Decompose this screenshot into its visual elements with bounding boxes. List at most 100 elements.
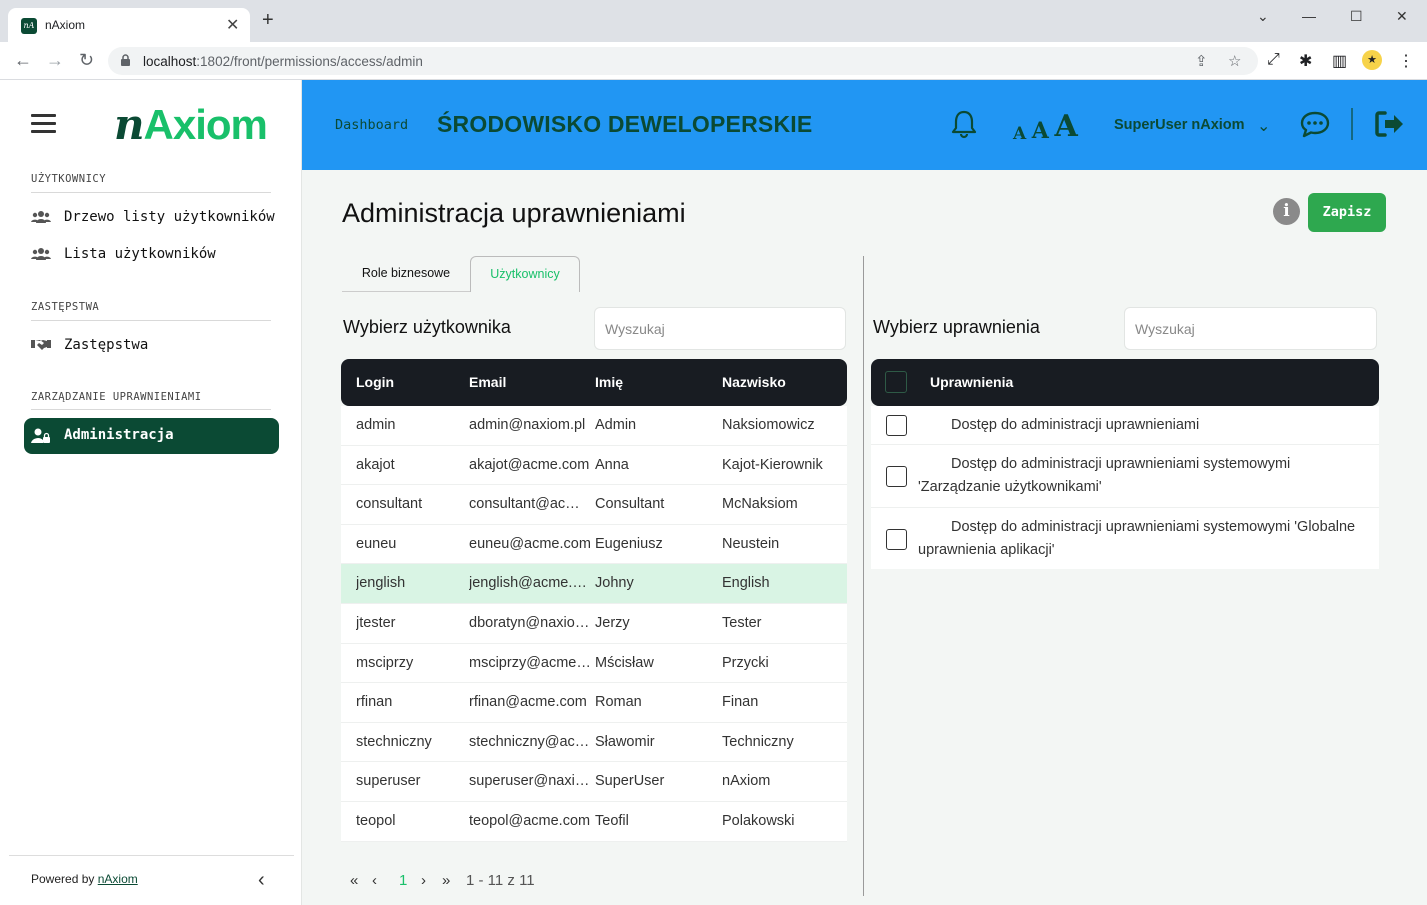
cell-last-name: English: [722, 575, 770, 592]
logout-icon[interactable]: [1375, 110, 1405, 138]
column-header-first-name[interactable]: Imię: [595, 374, 717, 390]
collapse-sidebar-icon[interactable]: ‹: [258, 869, 265, 892]
browser-menu-icon[interactable]: ⋮: [1398, 51, 1414, 71]
section-title-users: UŻYTKOWNICY: [31, 173, 107, 185]
tab-title: nAxiom: [45, 18, 86, 32]
close-window-icon[interactable]: ✕: [1396, 8, 1408, 25]
previous-page-icon[interactable]: ‹: [372, 872, 377, 889]
cell-email: consultant@acme.com: [469, 496, 591, 513]
last-page-icon[interactable]: »: [442, 872, 450, 889]
user-lock-icon: [31, 428, 51, 444]
bell-icon[interactable]: [950, 109, 978, 139]
save-button[interactable]: Zapisz: [1308, 193, 1386, 232]
table-row[interactable]: superuser superuser@naxiom.plSuperUser nAx…: [341, 762, 847, 802]
extensions-icon[interactable]: ✱: [1299, 51, 1312, 71]
browser-tab[interactable]: nA nAxiom ✕: [8, 8, 250, 42]
cell-email: dboratyn@naxiom.pl: [469, 614, 591, 631]
cell-login: teopol: [356, 812, 396, 829]
current-page[interactable]: 1: [399, 872, 407, 889]
table-row[interactable]: akajot akajot@acme.com Anna Kajot-Kierownik: [341, 445, 847, 486]
column-header-last-name[interactable]: Nazwisko: [722, 374, 844, 390]
pagination-summary: 1 - 11 z 11: [466, 872, 535, 889]
table-row[interactable]: rfinan rfinan@acme.com Roman Finan: [341, 683, 847, 723]
cell-last-name: Techniczny: [722, 733, 794, 750]
naxiom-link[interactable]: nAxiom: [98, 872, 138, 886]
column-header-permissions: Uprawnienia: [930, 374, 1014, 390]
table-header: Uprawnienia: [871, 359, 1379, 406]
maximize-icon[interactable]: ☐: [1350, 8, 1363, 25]
permission-search-input[interactable]: Wyszukaj: [1124, 307, 1377, 350]
table-row[interactable]: jtester dboratyn@naxiom.pl Jerzy Tester: [341, 603, 847, 644]
column-header-login[interactable]: Login: [356, 374, 461, 390]
cell-first-name: Sławomir: [595, 733, 655, 750]
browser-tab-strip: nA nAxiom ✕ + ⌄ — ☐ ✕: [0, 0, 1427, 42]
cell-login: msciprzy: [356, 654, 414, 671]
bookmark-star-icon[interactable]: ☆: [1228, 52, 1241, 70]
share-icon[interactable]: ⇪: [1195, 52, 1208, 70]
section-title-substitutions: ZASTĘPSTWA: [31, 301, 100, 313]
url-input[interactable]: localhost:1802/front/permissions/access/…: [108, 47, 1258, 75]
users-icon: [31, 247, 51, 263]
first-page-icon[interactable]: «: [350, 872, 358, 889]
table-row[interactable]: admin admin@naxiom.pl Admin Naksiomowicz: [341, 406, 847, 446]
sidebar-item-label: Zastępstwa: [64, 337, 149, 353]
page-title: Administracja uprawnieniami: [342, 198, 686, 228]
fullscreen-icon[interactable]: ⤢: [1267, 51, 1280, 69]
chevron-down-icon[interactable]: ⌄: [1257, 116, 1270, 136]
tab-search-icon[interactable]: ⌄: [1257, 8, 1269, 25]
column-header-email[interactable]: Email: [469, 374, 591, 390]
divider: [31, 409, 271, 410]
cell-login: superuser: [356, 773, 421, 790]
table-row[interactable]: euneu euneu@acme.com Eugeniusz Neustein: [341, 524, 847, 565]
environment-title: ŚRODOWISKO DEWELOPERSKIE: [437, 111, 813, 137]
permission-checkbox[interactable]: [886, 415, 907, 436]
tab-business-roles[interactable]: Role biznesowe: [342, 256, 470, 292]
permission-row[interactable]: Dostęp do administracji uprawnieniami sy…: [871, 445, 1379, 508]
menu-toggle-icon[interactable]: [31, 114, 56, 134]
next-page-icon[interactable]: ›: [421, 872, 426, 889]
cell-login: consultant: [356, 496, 423, 513]
sidebar-item-administration[interactable]: Administracja: [24, 418, 279, 454]
table-row[interactable]: teopol teopol@acme.com Teofil Polakowski: [341, 801, 847, 842]
cell-email: euneu@acme.com: [469, 535, 591, 552]
profile-avatar-icon[interactable]: ★: [1362, 50, 1382, 70]
sidebar-item-user-list[interactable]: Lista użytkowników: [24, 237, 279, 273]
font-size-icon[interactable]: A A A: [1013, 109, 1078, 144]
info-icon[interactable]: i: [1273, 198, 1300, 225]
table-row[interactable]: stechniczny stechniczny@acme.comSławomir T…: [341, 722, 847, 763]
sidebar-item-substitutions[interactable]: Zastępstwa: [24, 328, 279, 364]
cell-last-name: nAxiom: [722, 773, 771, 790]
tab-users[interactable]: Użytkownicy: [470, 256, 580, 292]
cell-email: teopol@acme.com: [469, 812, 591, 829]
cell-email: jenglish@acme.com: [469, 575, 591, 592]
sidebar-item-user-tree[interactable]: Drzewo listy użytkowników: [24, 200, 279, 236]
cell-login: admin: [356, 417, 396, 433]
reload-icon[interactable]: ↻: [79, 51, 94, 69]
cell-login: euneu: [356, 535, 397, 552]
table-row[interactable]: msciprzy msciprzy@acme.comMścisław Przycki: [341, 643, 847, 684]
cell-first-name: Jerzy: [595, 614, 630, 631]
table-header: Login Email Imię Nazwisko: [341, 359, 847, 406]
minimize-icon[interactable]: —: [1302, 8, 1316, 24]
permission-row[interactable]: Dostęp do administracji uprawnieniami: [871, 406, 1379, 445]
table-row[interactable]: consultant consultant@acme.comConsultant M…: [341, 485, 847, 525]
table-row[interactable]: jenglish jenglish@acme.com Johny English: [341, 564, 847, 604]
cell-email: rfinan@acme.com: [469, 694, 587, 711]
select-all-checkbox[interactable]: [885, 371, 907, 393]
cell-login: akajot: [356, 456, 395, 473]
user-menu[interactable]: SuperUser nAxiom: [1114, 117, 1245, 133]
chat-icon[interactable]: [1299, 110, 1331, 138]
back-icon[interactable]: ←: [14, 51, 32, 69]
cell-last-name: McNaksiom: [722, 496, 798, 513]
permission-row[interactable]: Dostęp do administracji uprawnieniami sy…: [871, 508, 1379, 569]
permissions-section-label: Wybierz uprawnienia: [873, 317, 1040, 337]
close-tab-icon[interactable]: ✕: [226, 15, 239, 35]
forward-icon[interactable]: →: [46, 51, 64, 69]
permission-checkbox[interactable]: [886, 466, 907, 487]
cell-email: admin@naxiom.pl: [469, 417, 586, 433]
permission-checkbox[interactable]: [886, 529, 907, 550]
new-tab-icon[interactable]: +: [262, 10, 274, 30]
dashboard-link[interactable]: Dashboard: [335, 117, 408, 133]
side-panel-icon[interactable]: ▥: [1332, 51, 1347, 71]
user-search-input[interactable]: Wyszukaj: [594, 307, 846, 350]
